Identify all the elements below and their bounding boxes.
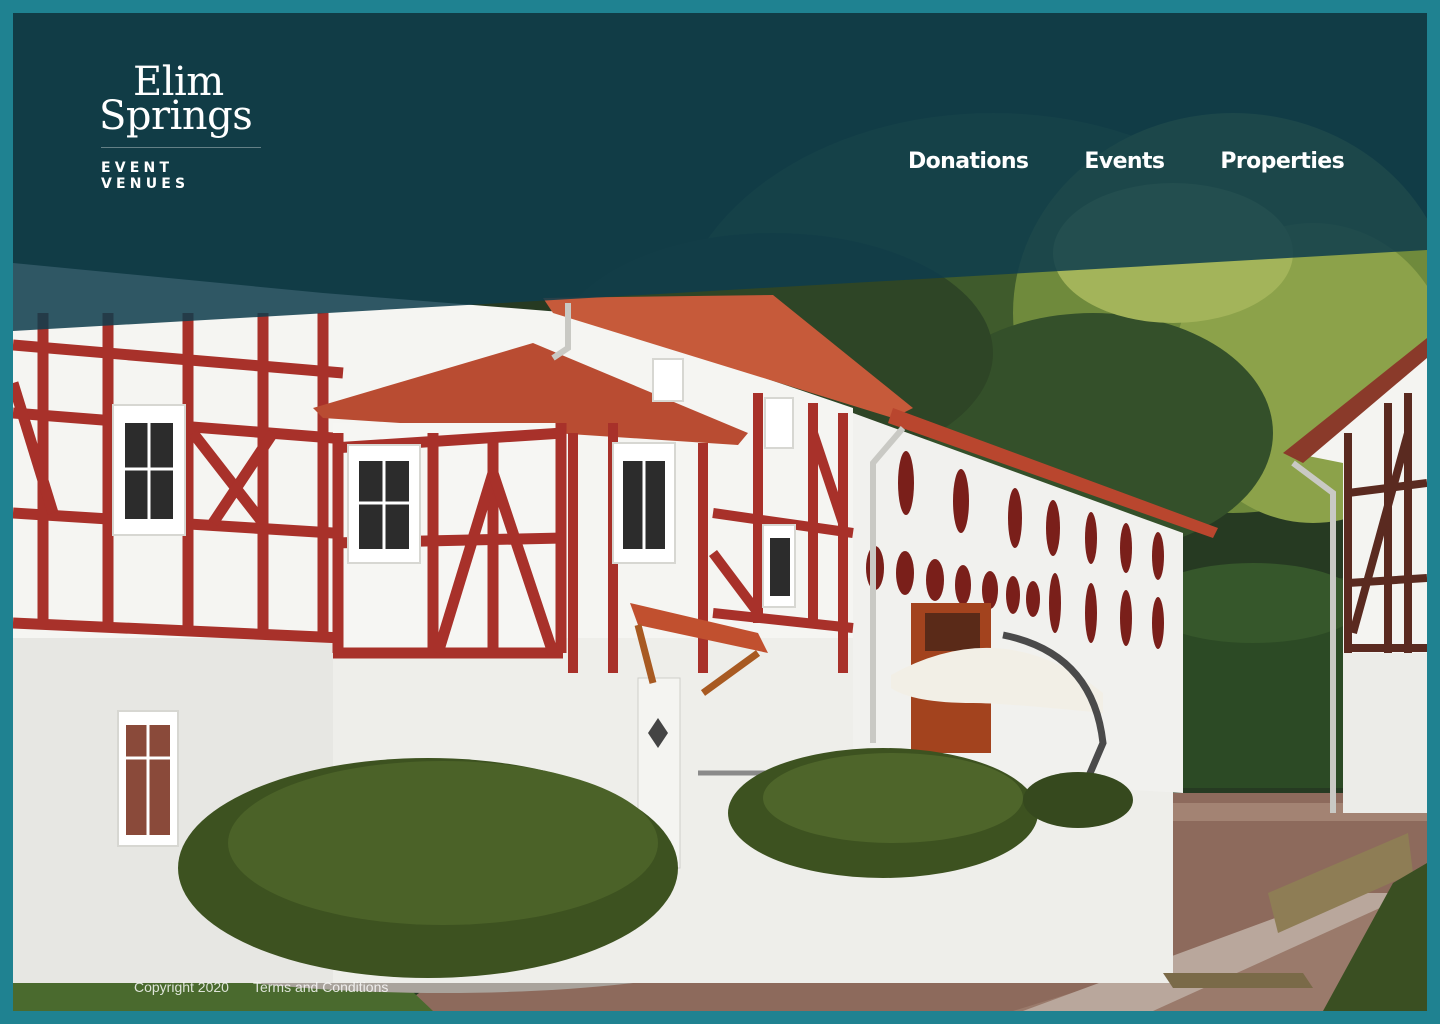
nav-item-properties[interactable]: Properties bbox=[1220, 149, 1344, 174]
logo-divider bbox=[101, 147, 261, 148]
nav-item-events[interactable]: Events bbox=[1084, 149, 1165, 174]
copyright-text: Copyright 2020 bbox=[134, 979, 229, 995]
page-frame: Elim Springs EVENT VENUES Donations Even… bbox=[13, 13, 1427, 1011]
footer: Copyright 2020 Terms and Conditions bbox=[134, 979, 388, 995]
main-nav: Donations Events Properties bbox=[908, 149, 1345, 174]
nav-item-donations[interactable]: Donations bbox=[908, 149, 1029, 174]
logo-wordmark-line2: Springs bbox=[99, 93, 253, 139]
terms-link[interactable]: Terms and Conditions bbox=[253, 979, 388, 995]
brand-logo[interactable]: Elim Springs EVENT VENUES bbox=[99, 62, 269, 192]
logo-tagline: EVENT VENUES bbox=[101, 160, 190, 192]
